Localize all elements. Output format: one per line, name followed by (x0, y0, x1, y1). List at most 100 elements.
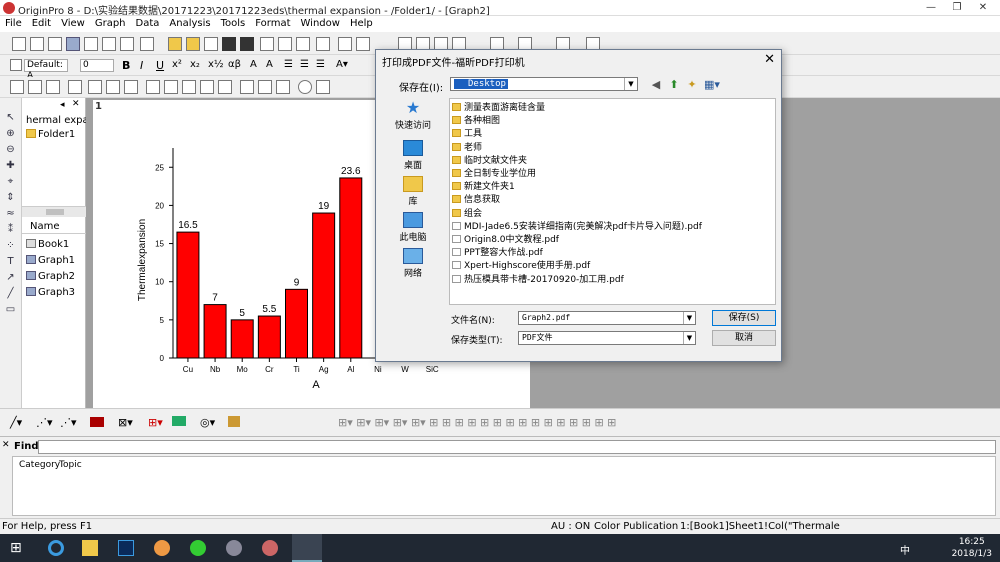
screen-reader-icon[interactable]: ✚ (4, 160, 17, 171)
pdf-file-item[interactable]: MDI-Jade6.5安装详细指南(完美解决pdf卡片导入问题).pdf (452, 221, 702, 234)
folder-item[interactable]: 测量表面游离硅含量 (452, 102, 545, 115)
origin-task-button[interactable] (292, 534, 322, 562)
line-style-icon[interactable]: ╱▾ (10, 416, 22, 429)
file-explorer-icon[interactable] (82, 540, 98, 556)
color-fill-icon[interactable] (172, 416, 186, 426)
explorer-hscroll[interactable] (22, 206, 86, 217)
symbol-icon[interactable]: ⊞▾ (148, 416, 163, 429)
font-size-combo[interactable]: 0 (80, 59, 114, 72)
file-list[interactable]: 测量表面游离硅含量 各种相图 工具 老师 临时文献文件夹 全日制专业学位用 新建文件夹1 信息… (449, 98, 776, 305)
super-subscript-icon[interactable]: x½ (208, 59, 224, 70)
add-color-scale-icon[interactable] (258, 80, 272, 94)
save-button[interactable]: 保存(S) (712, 310, 776, 326)
pdf-file-item[interactable]: Xpert-Highscore使用手册.pdf (452, 260, 590, 273)
increase-font-icon[interactable]: A (250, 59, 257, 70)
menu-data[interactable]: Data (131, 16, 165, 32)
explorer-pin-icon[interactable]: ◂ (60, 100, 65, 110)
scatter-select-icon[interactable]: ⁘ (4, 240, 17, 251)
new-worksheet-icon[interactable] (30, 37, 44, 51)
zoom-page-icon[interactable] (28, 80, 42, 94)
ime-indicator[interactable]: 中 (900, 542, 910, 557)
merge-graph-icon[interactable] (124, 80, 138, 94)
pointer-icon[interactable]: ↖ (4, 112, 17, 123)
add-top-axis-icon[interactable] (164, 80, 178, 94)
folder-item[interactable]: 各种相图 (452, 115, 500, 128)
refresh-icon[interactable] (356, 37, 370, 51)
line-color-icon[interactable]: ⋰▾ (60, 416, 77, 429)
date-time-icon[interactable] (298, 80, 312, 94)
bold-icon[interactable]: B (122, 59, 130, 72)
new-matrix-icon[interactable] (84, 37, 98, 51)
zoom-in-icon[interactable]: ⊕ (4, 128, 17, 139)
back-icon[interactable]: ◀ (650, 79, 662, 91)
duplicate-icon[interactable] (338, 37, 352, 51)
folder-item[interactable]: 组会 (452, 208, 482, 221)
save-project-icon[interactable] (222, 37, 236, 51)
dialog-close-icon[interactable]: ✕ (764, 52, 775, 67)
add-frame-icon[interactable] (218, 80, 232, 94)
rescale-icon[interactable] (68, 80, 82, 94)
photoshop-icon[interactable] (118, 540, 134, 556)
cancel-button[interactable]: 取消 (712, 330, 776, 346)
place-this-pc[interactable]: 此电脑 (384, 212, 442, 243)
zoom-out-tool-icon[interactable]: ⊖ (4, 144, 17, 155)
zoom-out-icon[interactable] (46, 80, 60, 94)
align-left-icon[interactable]: ☰ (284, 59, 293, 70)
list-item-graph2[interactable]: Graph2 (26, 270, 75, 283)
menu-help[interactable]: Help (345, 16, 378, 32)
add-bottom-axis-icon[interactable] (146, 80, 160, 94)
import-wizard-icon[interactable] (296, 37, 310, 51)
data-selector-icon[interactable]: ⇕ (4, 192, 17, 203)
place-desktop[interactable]: 桌面 (384, 140, 442, 171)
scroll-thumb[interactable] (46, 209, 64, 215)
menu-format[interactable]: Format (250, 16, 295, 32)
new-project-icon[interactable] (12, 37, 26, 51)
filename-input[interactable]: Graph2.pdf ▼ (518, 311, 696, 325)
name-column-header[interactable]: Name (22, 220, 86, 234)
menu-analysis[interactable]: Analysis (164, 16, 215, 32)
clock[interactable]: 16:25 2018/1/3 (952, 536, 992, 560)
list-item-graph1[interactable]: Graph1 (26, 254, 75, 267)
arrow-tool-icon[interactable]: ↗ (4, 272, 17, 283)
menu-graph[interactable]: Graph (90, 16, 131, 32)
folder-item[interactable]: 新建文件夹1 (452, 181, 515, 194)
bring-front-icon[interactable] (228, 416, 240, 427)
minimize-icon[interactable]: — (918, 0, 944, 16)
close-icon[interactable]: ✕ (970, 0, 996, 16)
menu-edit[interactable]: Edit (27, 16, 56, 32)
edge-browser-icon[interactable] (48, 540, 64, 556)
menu-tools[interactable]: Tools (216, 16, 251, 32)
superscript-icon[interactable]: x² (172, 59, 182, 70)
align-right-icon[interactable]: ☰ (316, 59, 325, 70)
new-excel-icon[interactable] (48, 37, 62, 51)
app-icon[interactable] (226, 540, 242, 556)
subscript-icon[interactable]: x₂ (190, 59, 200, 70)
filetype-select[interactable]: PDF文件 ▼ (518, 331, 696, 345)
decrease-font-icon[interactable]: A (266, 59, 273, 70)
app-icon-2[interactable] (262, 540, 278, 556)
explorer-close-icon[interactable]: ✕ (72, 99, 80, 109)
wechat-icon[interactable] (190, 540, 206, 556)
font-combo[interactable]: Default: A (24, 59, 68, 81)
place-quick-access[interactable]: ★ 快速访问 (384, 100, 442, 132)
import-single-icon[interactable] (260, 37, 274, 51)
shape-icon[interactable]: ◎▾ (200, 416, 215, 429)
folder-item[interactable]: 信息获取 (452, 194, 500, 207)
layer-number[interactable]: 1 (95, 101, 102, 112)
add-right-axis-icon[interactable] (200, 80, 214, 94)
new-graph-icon[interactable] (66, 37, 80, 51)
pdf-file-item[interactable]: Origin8.0中文教程.pdf (452, 234, 559, 247)
fill-color-icon[interactable] (90, 417, 104, 427)
up-folder-icon[interactable]: ⬆ (668, 79, 680, 91)
pdf-file-item[interactable]: PPT整容大作战.pdf (452, 247, 543, 260)
open-template-icon[interactable] (186, 37, 200, 51)
data-reader-icon[interactable]: ⌖ (4, 176, 17, 187)
list-item-book1[interactable]: Book1 (26, 238, 69, 251)
project-root[interactable]: hermal expan (26, 114, 95, 127)
category-column[interactable]: Category (19, 460, 60, 470)
rectangle-tool-icon[interactable]: ▭ (4, 304, 17, 315)
tree-folder1[interactable]: Folder1 (26, 128, 75, 141)
list-item-graph3[interactable]: Graph3 (26, 286, 75, 299)
print-icon[interactable] (316, 37, 330, 51)
pdf-file-item[interactable]: 热压模具带卡槽-20170920-加工用.pdf (452, 274, 624, 287)
